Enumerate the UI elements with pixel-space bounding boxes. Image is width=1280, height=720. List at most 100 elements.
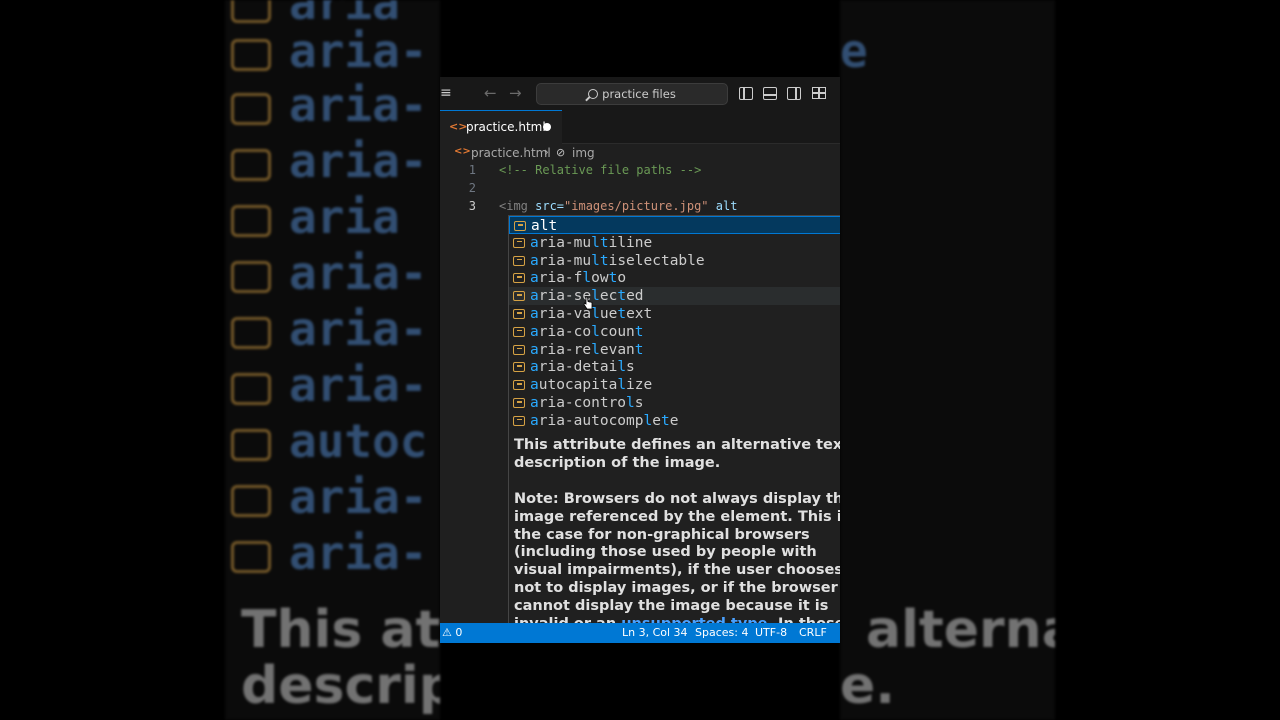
symbol-field-icon <box>513 291 525 302</box>
html-file-icon: <> <box>449 120 468 133</box>
suggestion-label: aria-flowto <box>530 270 627 287</box>
symbol-field-icon <box>231 38 271 71</box>
hand-cursor-icon <box>583 296 593 310</box>
background-blur-right: e alternative text e. <box>840 0 1055 720</box>
symbol-field-icon <box>513 380 525 391</box>
bg-caption-line1-right: alternative text <box>866 600 1055 660</box>
suggestion-item[interactable]: aria-colcount <box>509 323 840 341</box>
suggestion-item[interactable]: aria-autocomplete <box>509 412 840 430</box>
forward-arrow-icon[interactable]: → <box>509 84 522 102</box>
symbol-field-icon <box>513 362 525 373</box>
bg-caption-line2-right: e. <box>840 656 896 716</box>
encoding[interactable]: UTF-8 <box>755 623 787 643</box>
breadcrumb: <> practice.html › ⊘ img <box>440 143 840 163</box>
symbol-field-icon <box>231 372 271 405</box>
bg-row: aria- <box>231 358 427 412</box>
suggestion-label: aria-controls <box>530 395 644 411</box>
cursor-position[interactable]: Ln 3, Col 34 <box>622 623 688 643</box>
search-label: practice files <box>602 87 676 101</box>
details-summary: This attribute defines an alternative te… <box>514 437 840 471</box>
symbol-field-icon <box>513 309 525 319</box>
symbol-field-icon <box>513 344 525 355</box>
html-element-icon: ⊘ <box>556 146 566 159</box>
bg-row: aria <box>231 0 400 30</box>
status-bar: ⚠ 0 Ln 3, Col 34 Spaces: 4 UTF-8 CRLF <box>440 623 840 643</box>
symbol-field-icon <box>231 316 271 349</box>
bg-row: aria <box>231 190 400 244</box>
code-line[interactable]: 2 <box>440 181 840 199</box>
suggestion-item[interactable]: aria-details <box>509 358 840 376</box>
line-text: <img src="images/picture.jpg" alt <box>499 199 737 213</box>
bg-row: aria- <box>231 302 427 356</box>
chevron-right-icon: › <box>544 145 549 159</box>
bg-row: aria- <box>231 246 427 300</box>
suggestion-label: aria-multiline <box>530 234 653 251</box>
bg-caption-line1: This attr <box>241 600 440 660</box>
suggestion-item[interactable]: aria-flowto <box>509 269 840 287</box>
line-ending[interactable]: CRLF <box>799 623 827 643</box>
problems-indicator[interactable]: ⚠ 0 <box>442 623 462 643</box>
menu-icon[interactable]: ≡ <box>440 85 452 101</box>
breadcrumb-file[interactable]: practice.html <box>471 146 551 160</box>
suggestion-label: aria-multiselectable <box>530 252 705 269</box>
indentation[interactable]: Spaces: 4 <box>695 623 748 643</box>
code-line[interactable]: 1 <!-- Relative file paths --> <box>440 163 840 181</box>
background-blur-left: aria aria- aria- aria- aria aria- aria- … <box>225 0 440 720</box>
attr-src-text: src= <box>527 199 565 213</box>
attr-src-value: "images/picture.jpg" <box>564 199 709 213</box>
toggle-panel-icon[interactable] <box>763 87 777 100</box>
symbol-field-icon <box>513 255 525 266</box>
details-note: Note: Browsers do not always display the… <box>509 491 840 624</box>
suggestion-label: aria-autocomplete <box>530 412 679 429</box>
line-number: 2 <box>468 181 476 195</box>
suggestion-item[interactable]: aria-selected <box>509 287 840 306</box>
suggestion-item[interactable]: aria-valuetext <box>509 305 840 323</box>
symbol-field-icon <box>231 484 271 517</box>
breadcrumb-element[interactable]: img <box>572 146 595 160</box>
bg-caption-line2: descript <box>241 656 440 716</box>
title-bar: ≡ ← → practice files <box>440 77 840 110</box>
symbol-field-icon <box>231 92 271 125</box>
suggest-details: This attribute defines an alternative te… <box>508 431 840 624</box>
suggestion-label: alt <box>531 218 558 234</box>
suggestion-label: aria-colcount <box>530 323 644 340</box>
tag-open-text: <img <box>499 199 528 213</box>
back-arrow-icon[interactable]: ← <box>484 84 497 102</box>
symbol-field-icon <box>513 237 525 248</box>
symbol-field-icon <box>514 221 526 231</box>
toggle-primary-sidebar-icon[interactable] <box>739 87 753 100</box>
suggestion-item[interactable]: alt <box>509 216 840 234</box>
suggest-widget: alt aria-multiline aria-multiselectable ari… <box>508 215 840 432</box>
tab-label: practice.html <box>466 120 546 134</box>
toggle-secondary-sidebar-icon[interactable] <box>787 87 801 100</box>
bg-row: aria- <box>231 134 427 188</box>
command-center-search[interactable]: practice files <box>536 83 728 105</box>
suggestion-item[interactable]: aria-controls <box>509 394 840 412</box>
suggestion-item[interactable]: autocapitalize <box>509 376 840 394</box>
attr-alt-text: alt <box>708 199 738 213</box>
symbol-field-icon <box>231 428 271 461</box>
suggestion-item[interactable]: aria-multiselectable <box>509 252 840 270</box>
bg-row: aria- <box>231 526 427 580</box>
suggestion-label: aria-relevant <box>530 341 644 358</box>
bg-row: aria- <box>231 470 427 524</box>
details-note-text: Note: Browsers do not always display the… <box>514 491 840 624</box>
suggestion-item[interactable]: aria-multiline <box>509 234 840 252</box>
tab-practice-html[interactable]: <> practice.html <box>440 110 562 144</box>
line-number: 3 <box>468 199 476 213</box>
bg-row: aria- <box>231 78 427 132</box>
unsaved-dot-icon[interactable] <box>543 123 551 131</box>
vscode-window: ≡ ← → practice files <> practice.html <>… <box>440 77 840 643</box>
bg-row: aria- <box>231 24 427 78</box>
symbol-field-icon <box>513 326 525 337</box>
html-file-icon: <> <box>454 146 471 157</box>
suggestion-label: aria-details <box>530 359 635 376</box>
symbol-field-icon <box>513 398 525 408</box>
symbol-field-icon <box>231 148 271 181</box>
customize-layout-icon[interactable] <box>812 87 826 99</box>
tab-bar: <> practice.html <box>440 110 840 144</box>
search-icon <box>588 89 599 99</box>
line-number: 1 <box>468 163 476 177</box>
line-text: <!-- Relative file paths --> <box>499 163 702 177</box>
suggestion-item[interactable]: aria-relevant <box>509 341 840 359</box>
